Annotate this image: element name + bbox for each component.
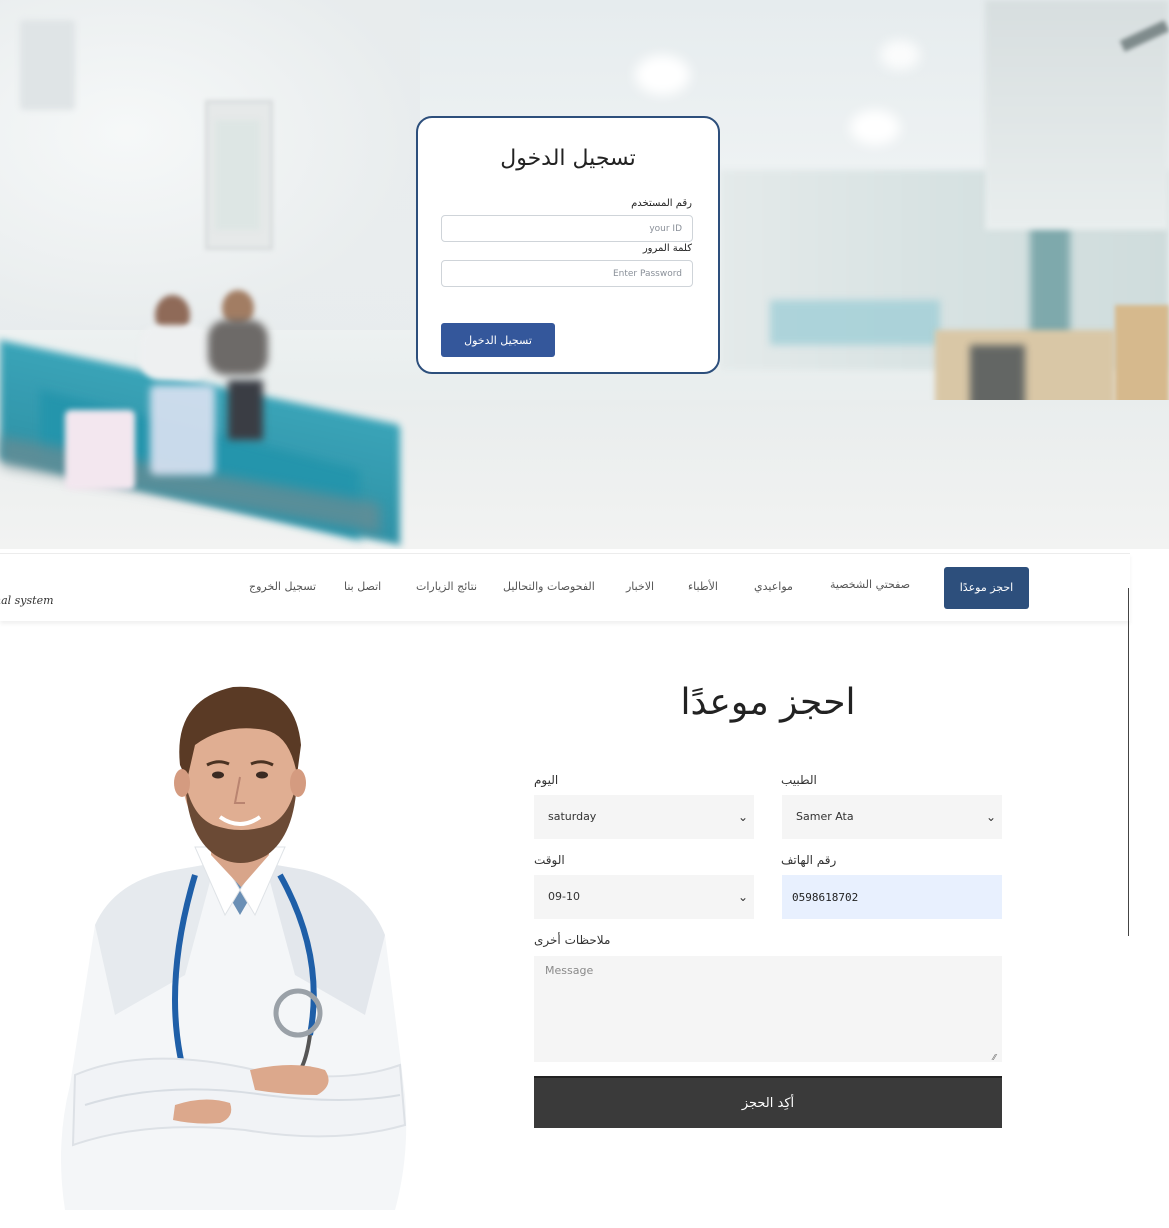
hospital-background: تسجيل الدخول رقم المستخدم كلمة المرور تس… (0, 0, 1169, 549)
phone-label: رقم الهاتف (781, 853, 837, 867)
chevron-down-icon: ⌄ (737, 810, 748, 824)
user-id-input[interactable] (441, 215, 693, 242)
day-select-value: saturday (548, 810, 597, 823)
chevron-down-icon: ⌄ (985, 810, 996, 824)
login-title: تسجيل الدخول (500, 146, 636, 171)
confirm-booking-button[interactable]: أكِد الحجز (534, 1076, 1002, 1128)
nav-my-profile[interactable]: صفحتي الشخصية (830, 578, 910, 591)
nav-visit-results[interactable]: نتائج الزيارات (416, 580, 477, 593)
phone-input[interactable] (782, 875, 1002, 919)
time-select-value: 09-10 (548, 890, 580, 903)
doctor-image (61, 686, 407, 1210)
brand-logo-text[interactable]: nal system (0, 594, 54, 607)
day-label: اليوم (534, 773, 559, 787)
doctor-select-value: Samer Ata (796, 810, 854, 823)
navbar: nal system تسجيل الخروج اتصل بنا نتائج ا… (0, 553, 1130, 621)
login-button[interactable]: تسجيل الدخول (441, 323, 555, 357)
doctor-select[interactable]: Samer Ata ⌄ (782, 795, 1002, 839)
day-select[interactable]: saturday ⌄ (534, 795, 754, 839)
chevron-down-icon: ⌄ (737, 890, 748, 904)
time-select[interactable]: 09-10 ⌄ (534, 875, 754, 919)
nav-tests[interactable]: الفحوصات والتحاليل (503, 580, 595, 593)
nav-logout[interactable]: تسجيل الخروج (249, 580, 316, 593)
password-input[interactable] (441, 260, 693, 287)
user-id-label: رقم المستخدم (631, 198, 692, 209)
notes-label: ملاحظات أخرى (534, 933, 611, 947)
nav-news[interactable]: الاخبار (626, 580, 654, 593)
booking-title: احجز موعدًا (680, 682, 856, 723)
nav-doctors[interactable]: الأطباء (688, 580, 718, 593)
nav-book-appointment-button[interactable]: احجز موعدًا (944, 567, 1029, 609)
doctor-label: الطبيب (781, 773, 817, 787)
time-label: الوقت (534, 853, 565, 867)
scroll-edge-line (1128, 588, 1129, 936)
nav-contact-us[interactable]: اتصل بنا (344, 580, 381, 593)
password-label: كلمة المرور (642, 243, 692, 254)
notes-textarea[interactable] (534, 956, 1002, 1062)
resize-handle-icon[interactable]: ⁄⁄ (993, 1053, 996, 1062)
login-card: تسجيل الدخول رقم المستخدم كلمة المرور تس… (416, 116, 720, 374)
nav-my-appointments[interactable]: مواعيدي (754, 580, 793, 593)
